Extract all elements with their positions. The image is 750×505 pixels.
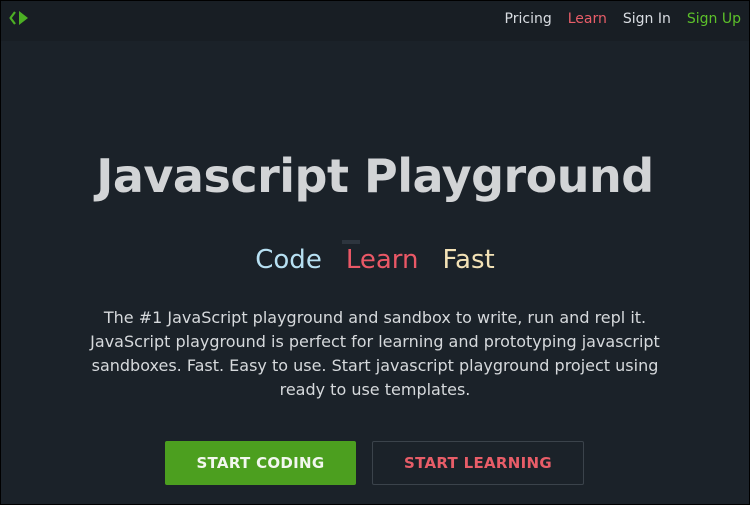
tagline-word-fast: Fast (442, 245, 495, 275)
tagline-word-code: Code (255, 245, 322, 275)
start-learning-button[interactable]: START LEARNING (372, 441, 584, 485)
nav-link-sign-in[interactable]: Sign In (623, 11, 671, 27)
hero-description: The #1 JavaScript playground and sandbox… (90, 308, 660, 399)
tagline-word-learn: Learn (341, 240, 419, 275)
page: Pricing Learn Sign In Sign Up Javascript… (1, 1, 749, 504)
nav-link-sign-up[interactable]: Sign Up (687, 11, 741, 27)
tagline: Code Learn Fast (1, 240, 749, 275)
hero-title: Javascript Playground (96, 149, 654, 203)
code-play-icon[interactable] (9, 8, 33, 28)
tagline-word-learn-text: Learn (345, 245, 419, 275)
nav-links: Pricing Learn Sign In Sign Up (505, 1, 741, 37)
top-navbar: Pricing Learn Sign In Sign Up (1, 1, 749, 41)
nav-link-pricing[interactable]: Pricing (505, 11, 552, 27)
nav-link-learn[interactable]: Learn (568, 11, 607, 27)
start-coding-button[interactable]: START CODING (165, 441, 356, 485)
typing-cursor (341, 240, 360, 244)
